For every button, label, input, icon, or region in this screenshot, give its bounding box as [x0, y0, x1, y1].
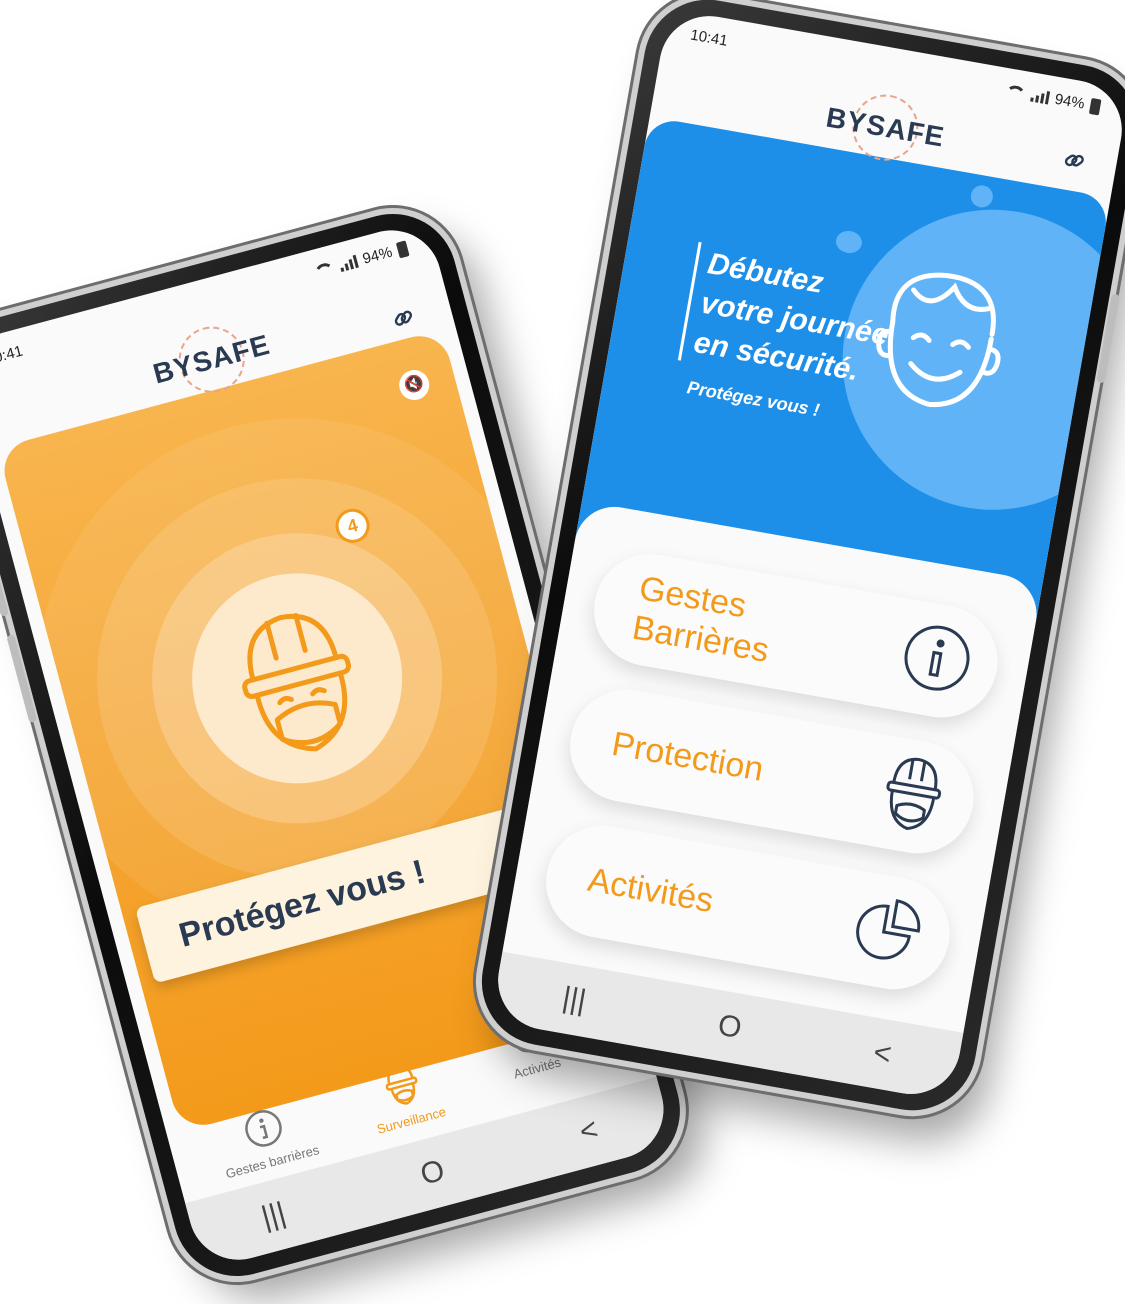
recent-apps-button[interactable]: |||	[560, 981, 589, 1019]
status-icons: 94%	[1004, 82, 1102, 115]
battery-icon	[395, 239, 410, 258]
hero-subtitle: Protégez vous !	[685, 377, 822, 421]
info-icon	[896, 618, 978, 704]
menu-sheet: Gestes Barrières Protection Activités	[502, 500, 1043, 1033]
home-button[interactable]: O	[715, 1008, 744, 1046]
status-time: 10:41	[0, 342, 25, 369]
battery-icon	[1088, 97, 1102, 115]
pie-chart-icon	[848, 889, 930, 975]
back-button[interactable]: <	[576, 1113, 602, 1150]
power-button	[6, 634, 38, 724]
battery-percent: 94%	[1053, 90, 1086, 113]
status-time: 10:41	[689, 26, 729, 50]
recent-apps-button[interactable]: |||	[258, 1196, 289, 1235]
hero-title: Débutez votre journée en sécurité.	[677, 241, 899, 396]
screen-right: 10:41 94% BYSAFE Débutez votre journée e…	[490, 8, 1125, 1102]
helmet-mask-icon	[871, 749, 955, 845]
back-button[interactable]: <	[871, 1036, 894, 1073]
wifi-icon	[1004, 84, 1027, 101]
menu-label: Activités	[585, 860, 717, 921]
signal-icon	[338, 254, 359, 273]
battery-percent: 94%	[360, 243, 395, 268]
menu-label: Gestes Barrières	[629, 568, 779, 671]
speaker-mute-icon[interactable]: 🔇	[395, 366, 433, 404]
menu-label: Protection	[609, 724, 767, 790]
wifi-icon	[312, 261, 336, 279]
menu-label-line: Protection	[608, 724, 767, 789]
phone-right: 10:41 94% BYSAFE Débutez votre journée e…	[471, 0, 1125, 1121]
decor-blob	[834, 228, 864, 256]
menu-label-line: Activités	[584, 860, 717, 921]
status-icons: 94%	[312, 239, 410, 280]
signal-icon	[1030, 89, 1051, 105]
home-button[interactable]: O	[417, 1154, 448, 1193]
power-button	[1096, 293, 1120, 384]
decor-blob	[969, 183, 995, 210]
